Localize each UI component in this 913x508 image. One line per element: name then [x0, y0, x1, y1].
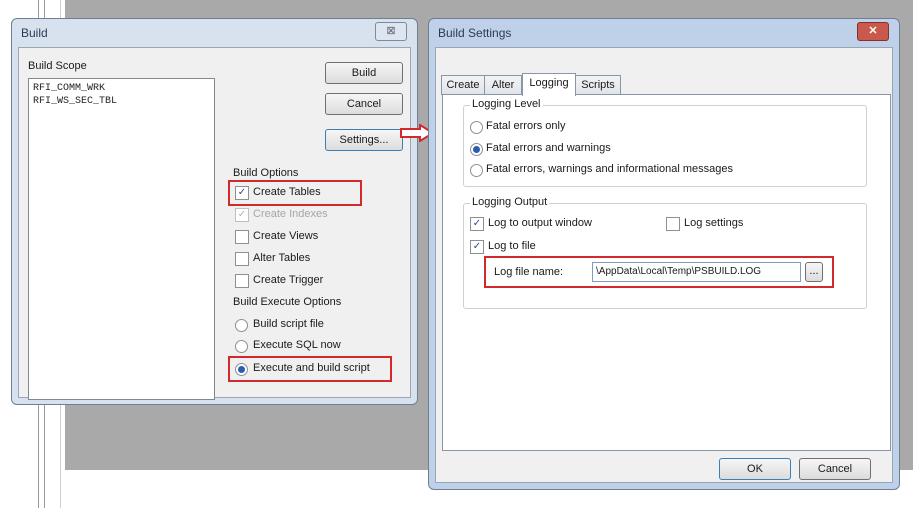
cancel-button[interactable]: Cancel	[799, 458, 871, 480]
build-dialog-client: Build Scope RFI_COMM_WRK RFI_WS_SEC_TBL …	[18, 47, 411, 400]
fatal-errors-warnings-info-radio[interactable]	[470, 164, 483, 177]
fatal-errors-warnings-info-label: Fatal errors, warnings and informational…	[486, 163, 734, 175]
create-trigger-checkbox[interactable]	[235, 274, 249, 288]
alter-tables-label: Alter Tables	[253, 252, 311, 264]
tab-alter[interactable]: Alter	[484, 75, 522, 95]
logging-output-label: Logging Output	[470, 196, 550, 208]
tab-scripts[interactable]: Scripts	[575, 75, 621, 95]
fatal-errors-and-warnings-label: Fatal errors and warnings	[486, 142, 611, 154]
create-views-checkbox[interactable]	[235, 230, 249, 244]
log-to-output-window-label: Log to output window	[488, 217, 592, 229]
log-to-file-checkbox[interactable]: ✓	[470, 240, 484, 254]
build-dialog: Build ⊠ Build Scope RFI_COMM_WRK RFI_WS_…	[11, 18, 418, 405]
highlight-log-file-name	[484, 256, 834, 288]
cancel-button[interactable]: Cancel	[325, 93, 403, 115]
build-script-file-radio[interactable]	[235, 319, 248, 332]
build-scope-label: Build Scope	[28, 60, 87, 72]
build-dialog-title: Build	[21, 26, 48, 40]
build-button[interactable]: Build	[325, 62, 403, 84]
build-dialog-titlebar[interactable]: Build ⊠	[12, 19, 417, 47]
build-execute-options-label: Build Execute Options	[233, 296, 342, 308]
close-icon[interactable]: ⊠	[375, 22, 407, 41]
list-item[interactable]: RFI_COMM_WRK	[33, 83, 105, 94]
execute-sql-now-label: Execute SQL now	[253, 339, 341, 351]
tab-logging[interactable]: Logging	[522, 73, 576, 96]
create-views-label: Create Views	[253, 230, 319, 242]
create-indexes-label: Create Indexes	[253, 208, 328, 220]
build-scope-list[interactable]: RFI_COMM_WRK RFI_WS_SEC_TBL	[28, 78, 215, 400]
list-item[interactable]: RFI_WS_SEC_TBL	[33, 96, 117, 107]
logging-level-group: Logging Level Fatal errors only Fatal er…	[463, 98, 867, 187]
close-icon[interactable]: ✕	[857, 22, 889, 41]
highlight-create-tables	[228, 180, 362, 206]
log-settings-checkbox[interactable]	[666, 217, 680, 231]
execute-sql-now-radio[interactable]	[235, 340, 248, 353]
alter-tables-checkbox[interactable]	[235, 252, 249, 266]
build-script-file-label: Build script file	[253, 318, 324, 330]
build-settings-client: Create Alter Logging Scripts Logging Lev…	[435, 47, 893, 483]
build-settings-dialog: Build Settings ✕ Create Alter Logging Sc…	[428, 18, 900, 490]
ok-button[interactable]: OK	[719, 458, 791, 480]
fatal-errors-only-radio[interactable]	[470, 121, 483, 134]
create-trigger-label: Create Trigger	[253, 274, 324, 286]
build-settings-titlebar[interactable]: Build Settings ✕	[429, 19, 899, 47]
radio-selected-dot	[473, 146, 480, 153]
create-indexes-checkbox[interactable]: ✓	[235, 208, 249, 222]
build-settings-title: Build Settings	[438, 26, 512, 40]
fatal-errors-and-warnings-radio[interactable]	[470, 143, 483, 156]
log-to-file-label: Log to file	[488, 240, 536, 252]
fatal-errors-only-label: Fatal errors only	[486, 120, 566, 132]
log-to-output-window-checkbox[interactable]: ✓	[470, 217, 484, 231]
logging-level-label: Logging Level	[470, 98, 543, 110]
tab-create[interactable]: Create	[441, 75, 485, 95]
logging-tab-panel: Logging Level Fatal errors only Fatal er…	[442, 94, 891, 451]
logging-output-group: Logging Output ✓ Log to output window Lo…	[463, 196, 867, 309]
settings-button[interactable]: Settings...	[325, 129, 403, 151]
build-options-label: Build Options	[233, 167, 299, 179]
log-settings-label: Log settings	[684, 217, 744, 229]
highlight-execute-and-build	[228, 356, 392, 382]
